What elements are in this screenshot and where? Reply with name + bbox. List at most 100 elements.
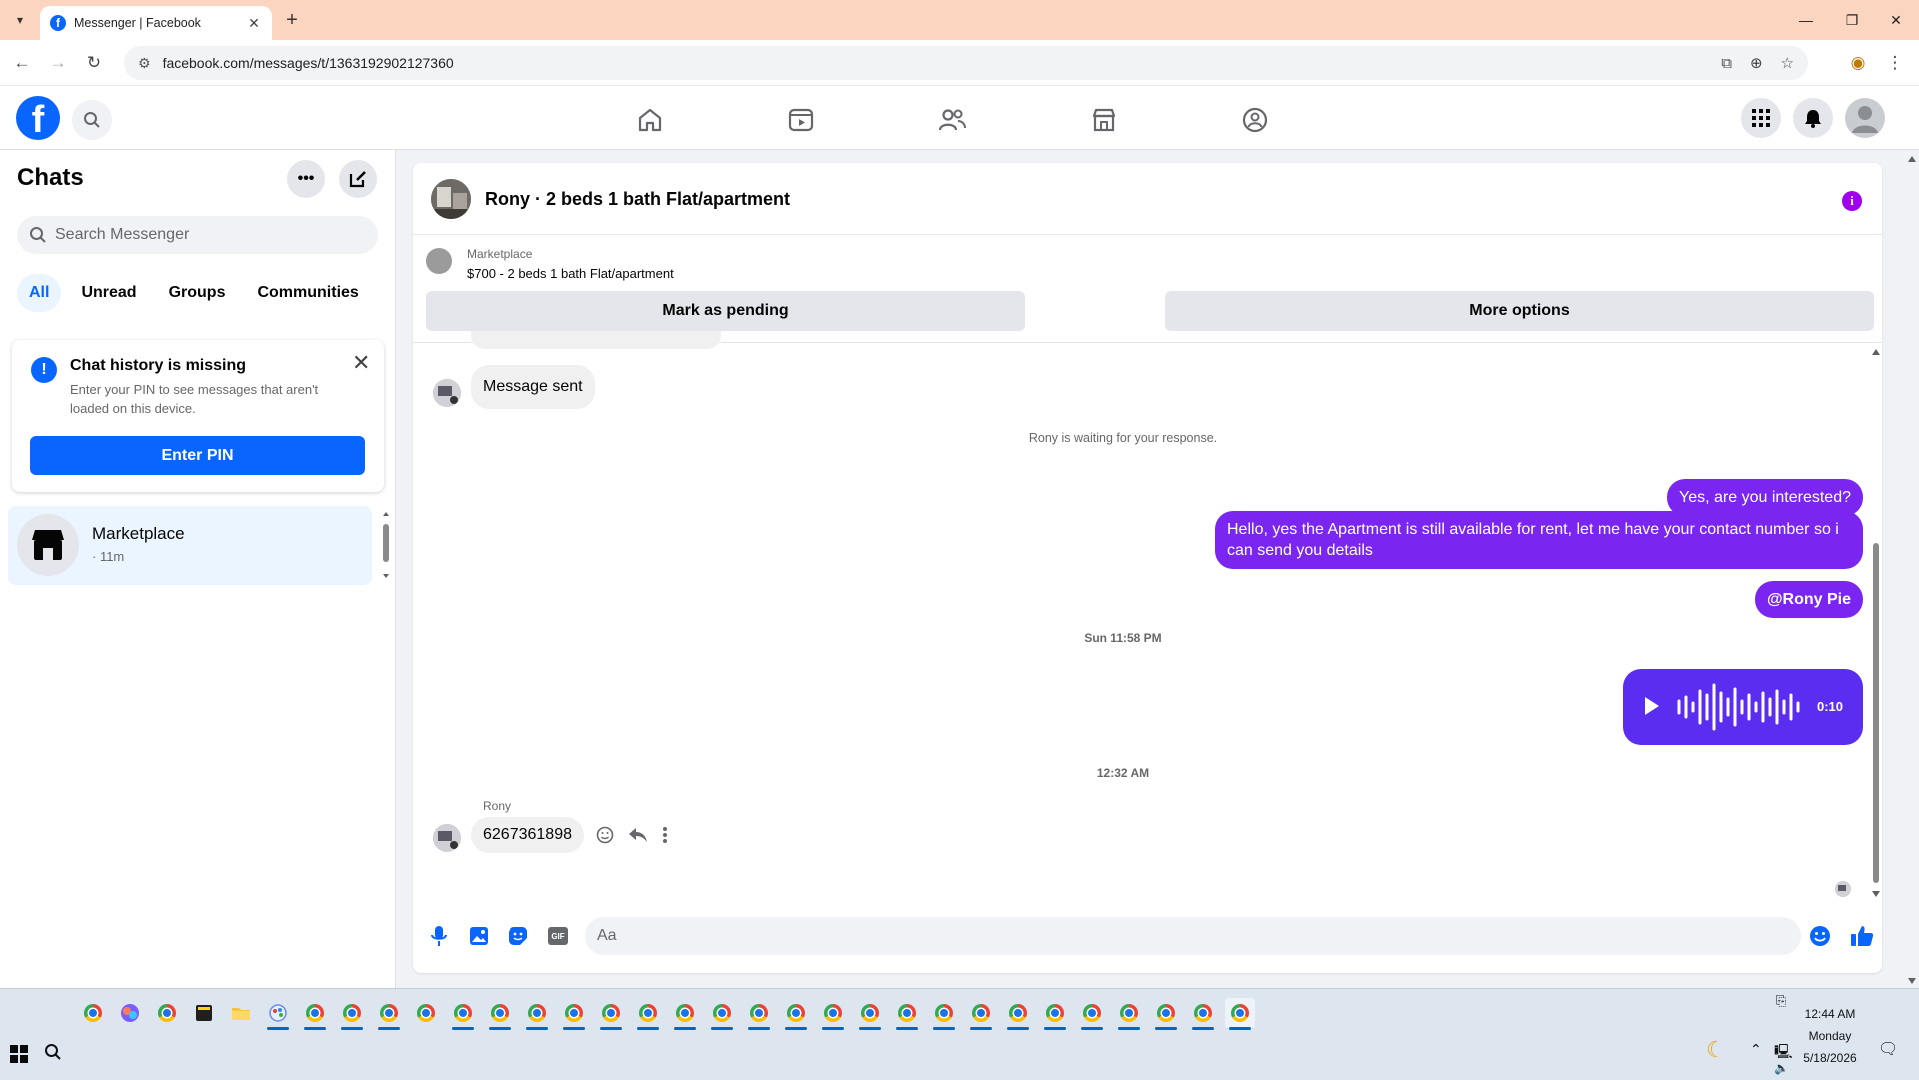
reply-icon[interactable] (628, 826, 648, 844)
taskbar-chrome-window[interactable] (929, 998, 959, 1030)
attach-photo-button[interactable] (467, 924, 491, 948)
filter-communities[interactable]: Communities (245, 274, 370, 312)
taskbar-chrome-window[interactable] (337, 998, 367, 1030)
taskbar-search-button[interactable] (44, 1043, 62, 1066)
taskbar-chrome-window[interactable] (1077, 998, 1107, 1030)
show-hidden-icons-chevron-icon[interactable]: ⌃ (1750, 1041, 1762, 1058)
voice-message[interactable]: 0:10 (1623, 669, 1863, 745)
taskbar-chrome-window[interactable] (818, 998, 848, 1030)
facebook-search-button[interactable] (72, 100, 112, 140)
taskbar-chrome-window-active[interactable] (1225, 998, 1255, 1030)
rony-avatar[interactable] (433, 379, 461, 407)
bookmark-star-icon[interactable]: ☆ (1781, 54, 1794, 72)
taskbar-copilot-app[interactable] (115, 998, 145, 1028)
facebook-logo-icon[interactable]: f (16, 96, 60, 140)
taskbar-clock[interactable]: 12:44 AM Monday 5/18/2026 (1790, 1003, 1870, 1069)
filter-all[interactable]: All (17, 274, 62, 312)
taskbar-chrome-window[interactable] (559, 998, 589, 1030)
mark-as-pending-button[interactable]: Mark as pending (426, 291, 1025, 331)
sidebar-scrollbar[interactable] (380, 510, 392, 582)
more-vertical-icon[interactable] (662, 826, 668, 844)
taskbar-chrome-window[interactable] (781, 998, 811, 1030)
voice-clip-button[interactable] (427, 924, 451, 948)
menu-grid-button[interactable] (1741, 98, 1781, 138)
volume-icon[interactable]: 🔈 (1774, 1061, 1789, 1075)
like-button[interactable] (1850, 924, 1874, 948)
page-scrollbar[interactable] (1906, 150, 1918, 988)
taskbar-chrome-window[interactable] (744, 998, 774, 1030)
back-button[interactable]: ← (10, 51, 34, 75)
taskbar-chrome-window[interactable] (1151, 998, 1181, 1030)
site-info-icon[interactable]: ⚙ (138, 55, 151, 72)
close-icon[interactable]: ✕ (352, 350, 370, 376)
new-tab-button[interactable]: + (280, 8, 304, 32)
device-icon[interactable]: ⎘ (1776, 993, 1786, 1009)
search-messenger-input[interactable]: Search Messenger (17, 216, 378, 254)
taskbar-chrome-window[interactable] (1114, 998, 1144, 1030)
nav-home-button[interactable] (634, 104, 666, 136)
account-avatar[interactable] (1845, 98, 1885, 138)
tab-close-icon[interactable]: ✕ (246, 15, 262, 32)
taskbar-chrome-window[interactable] (448, 998, 478, 1030)
taskbar-chrome-app[interactable] (78, 998, 108, 1028)
taskbar-notes-app[interactable] (189, 998, 219, 1028)
react-emoji-icon[interactable] (596, 826, 614, 844)
taskbar-chrome-window[interactable] (1188, 998, 1218, 1030)
emoji-button[interactable] (1808, 924, 1832, 948)
gif-button[interactable]: GIF (546, 924, 570, 948)
thread-scrollbar[interactable] (1870, 343, 1882, 899)
chat-list-item-marketplace[interactable]: Marketplace · 11m (8, 506, 372, 585)
filter-groups[interactable]: Groups (157, 274, 238, 312)
browser-tab-messenger[interactable]: f Messenger | Facebook ✕ (40, 6, 272, 40)
filter-unread[interactable]: Unread (69, 274, 148, 312)
play-icon[interactable] (1645, 697, 1659, 715)
taskbar-chrome-app[interactable] (152, 998, 182, 1028)
notification-center-icon[interactable]: 🗨 (1878, 1039, 1898, 1059)
taskbar-chrome-window[interactable] (892, 998, 922, 1030)
taskbar-chrome-window[interactable] (300, 998, 330, 1030)
restore-button[interactable]: ❐ (1829, 0, 1875, 40)
taskbar-chrome-window[interactable] (411, 998, 441, 1028)
start-button[interactable] (10, 1045, 28, 1063)
enter-pin-button[interactable]: Enter PIN (30, 436, 365, 475)
taskbar-chrome-window[interactable] (707, 998, 737, 1030)
taskbar-chrome-window[interactable] (1003, 998, 1033, 1030)
weather-moon-icon[interactable]: ☾ (1706, 1037, 1726, 1063)
rony-avatar[interactable] (433, 824, 461, 852)
taskbar-chrome-window[interactable] (1040, 998, 1070, 1030)
taskbar-paint-app[interactable] (263, 998, 293, 1030)
taskbar-chrome-window[interactable] (670, 998, 700, 1030)
conversation-panel: Rony · 2 beds 1 bath Flat/apartment i Ma… (413, 163, 1882, 973)
new-message-button[interactable] (339, 160, 377, 198)
taskbar-chrome-window[interactable] (374, 998, 404, 1030)
reload-button[interactable]: ↻ (82, 51, 106, 75)
grid-icon (1752, 109, 1770, 127)
minimize-button[interactable]: — (1783, 0, 1829, 40)
sticker-button[interactable] (506, 924, 530, 948)
taskbar-chrome-window[interactable] (596, 998, 626, 1030)
nav-groups-button[interactable] (1239, 104, 1271, 136)
taskbar-chrome-window[interactable] (522, 998, 552, 1030)
chats-options-button[interactable]: ••• (287, 160, 325, 198)
info-icon[interactable]: i (1842, 191, 1862, 211)
nav-marketplace-button[interactable] (1088, 104, 1120, 136)
install-app-icon[interactable]: ⧉ (1721, 55, 1732, 72)
listing-avatar[interactable] (431, 179, 471, 219)
taskbar-chrome-window[interactable] (966, 998, 996, 1030)
browser-menu-icon[interactable]: ⋮ (1883, 51, 1907, 75)
notifications-button[interactable] (1793, 98, 1833, 138)
more-options-button[interactable]: More options (1165, 291, 1874, 331)
zoom-icon[interactable]: ⊕ (1750, 54, 1763, 72)
message-input[interactable]: Aa (585, 917, 1801, 955)
taskbar-chrome-window[interactable] (855, 998, 885, 1030)
taskbar-file-explorer-app[interactable] (226, 998, 256, 1028)
nav-video-button[interactable] (785, 104, 817, 136)
nav-friends-button[interactable] (936, 104, 968, 136)
tab-search-button[interactable]: ▾ (8, 8, 32, 32)
taskbar-chrome-window[interactable] (485, 998, 515, 1030)
taskbar-chrome-window[interactable] (633, 998, 663, 1030)
forward-button[interactable]: → (46, 51, 70, 75)
close-window-button[interactable]: ✕ (1873, 0, 1919, 40)
address-bar[interactable]: ⚙ facebook.com/messages/t/13631929021273… (124, 46, 1808, 80)
profile-icon[interactable]: ◉ (1846, 51, 1870, 75)
